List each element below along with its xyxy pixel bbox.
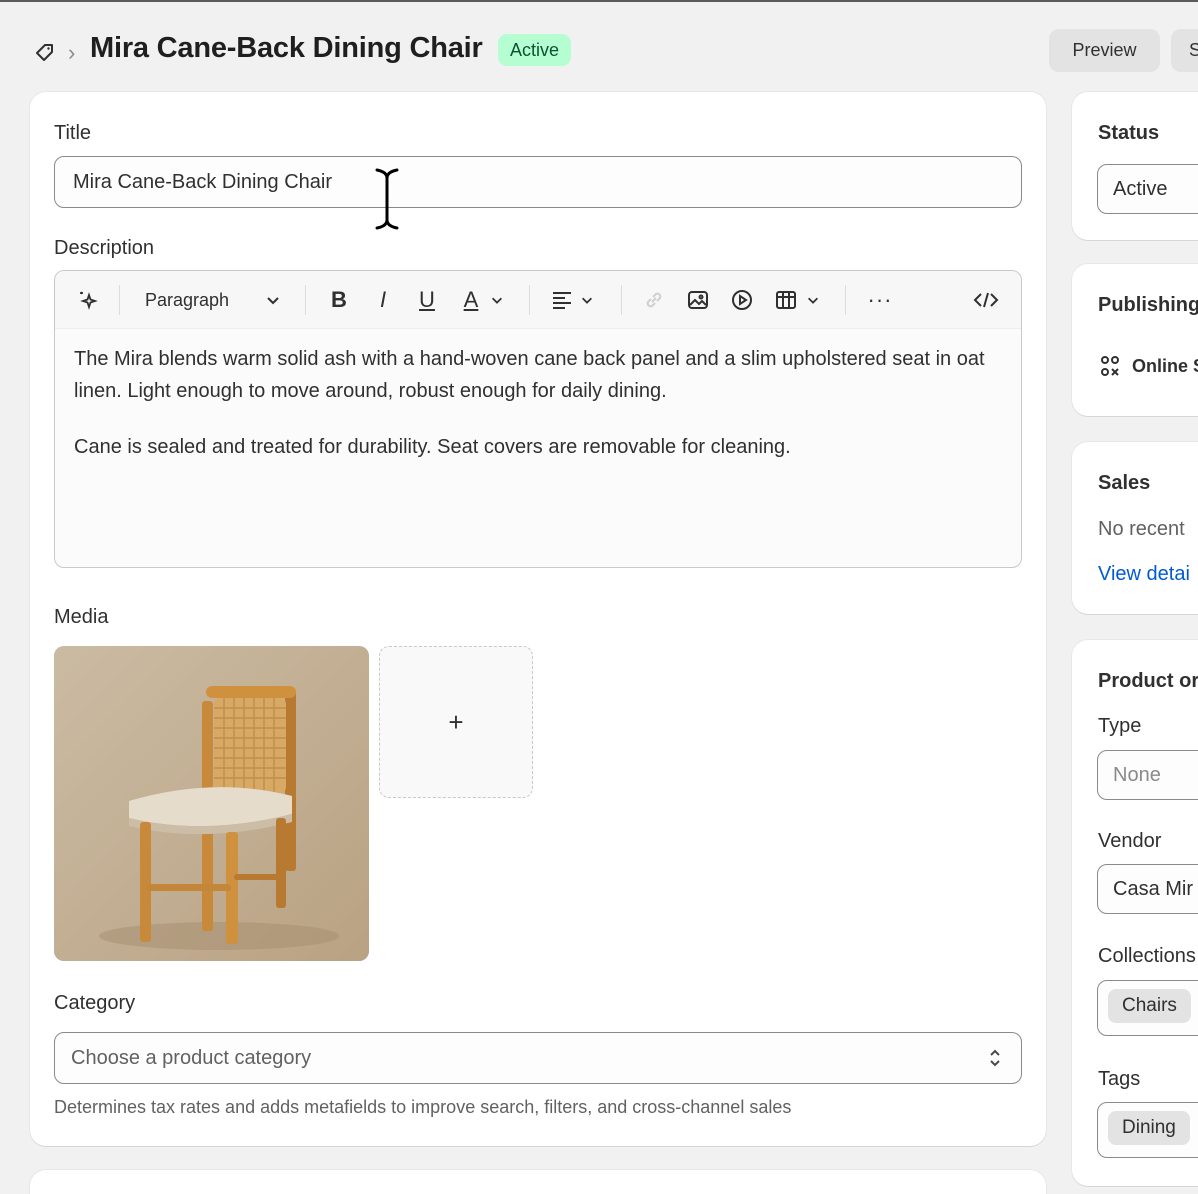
- more-options-icon[interactable]: ···: [865, 287, 895, 313]
- sales-text: No recent: [1098, 518, 1185, 540]
- toolbar-divider: [119, 285, 120, 315]
- tags-label: Tags: [1098, 1068, 1141, 1090]
- select-arrows-icon: [987, 1047, 1003, 1075]
- bold-icon[interactable]: B: [325, 287, 353, 313]
- online-store-icon: [1098, 354, 1122, 383]
- page-title: Mira Cane-Back Dining Chair: [90, 32, 483, 64]
- publishing-channel: Online S: [1132, 356, 1198, 376]
- status-card: Status Active: [1072, 92, 1198, 240]
- chevron-down-icon[interactable]: [803, 287, 823, 313]
- paragraph-select[interactable]: Paragraph: [145, 287, 229, 313]
- title-label: Title: [54, 122, 92, 144]
- code-view-icon[interactable]: [971, 287, 1001, 313]
- status-title: Status: [1098, 122, 1160, 144]
- tags-input[interactable]: Dining: [1097, 1102, 1198, 1158]
- page-header: › Mira Cane-Back Dining Chair Active Pre…: [0, 2, 1198, 98]
- toolbar-divider: [845, 285, 846, 315]
- product-organization-card: Product or Type None Vendor Casa Mir Col…: [1072, 640, 1198, 1186]
- vendor-input[interactable]: Casa Mir: [1097, 864, 1198, 914]
- view-details-link[interactable]: View detai: [1098, 563, 1190, 586]
- toolbar-divider: [305, 285, 306, 315]
- category-label: Category: [54, 992, 136, 1014]
- chevron-down-icon[interactable]: [487, 287, 507, 313]
- category-select[interactable]: Choose a product category: [54, 1032, 1022, 1084]
- breadcrumb-chevron-icon: ›: [68, 40, 76, 65]
- title-input-value: Mira Cane-Back Dining Chair: [73, 170, 332, 193]
- toolbar-divider: [621, 285, 622, 315]
- media-label: Media: [54, 606, 109, 628]
- next-card: [30, 1170, 1046, 1194]
- category-help-text: Determines tax rates and adds metafields…: [54, 1097, 792, 1117]
- organization-title: Product or: [1098, 670, 1198, 692]
- category-placeholder: Choose a product category: [71, 1046, 312, 1069]
- align-left-icon[interactable]: [549, 287, 575, 313]
- toolbar-divider: [529, 285, 530, 315]
- table-icon[interactable]: [773, 287, 799, 313]
- vendor-value: Casa Mir: [1113, 877, 1194, 900]
- type-input[interactable]: None: [1097, 750, 1198, 800]
- collections-input[interactable]: Chairs: [1097, 980, 1198, 1036]
- product-details-card: Title Mira Cane-Back Dining Chair Descri…: [30, 92, 1046, 1146]
- description-label: Description: [54, 237, 155, 259]
- video-icon[interactable]: [729, 287, 755, 313]
- status-value: Active: [1113, 177, 1168, 200]
- description-editor[interactable]: Paragraph B I U A ··· The Mira blends wa…: [54, 270, 1022, 568]
- tag-icon[interactable]: [33, 40, 57, 64]
- preview-button[interactable]: Preview: [1049, 29, 1160, 72]
- status-badge: Active: [498, 34, 572, 66]
- italic-icon[interactable]: I: [369, 287, 397, 313]
- collection-chip[interactable]: Chairs: [1108, 989, 1191, 1023]
- sales-card: Sales No recent View detai: [1072, 442, 1198, 614]
- magic-sparkle-icon[interactable]: [75, 287, 101, 313]
- chevron-down-icon[interactable]: [577, 287, 597, 313]
- status-select[interactable]: Active: [1097, 164, 1198, 214]
- collections-label: Collections: [1098, 945, 1196, 967]
- text-cursor-icon: [375, 168, 399, 230]
- vendor-label: Vendor: [1098, 830, 1162, 852]
- description-paragraph: Cane is sealed and treated for durabilit…: [74, 436, 791, 458]
- title-input[interactable]: Mira Cane-Back Dining Chair: [54, 156, 1022, 208]
- chevron-down-icon[interactable]: [261, 287, 285, 313]
- description-paragraph: The Mira blends warm solid ash with a ha…: [74, 348, 985, 402]
- add-media-button[interactable]: +: [379, 646, 533, 798]
- publishing-title: Publishing: [1098, 294, 1198, 316]
- type-value: None: [1113, 763, 1161, 786]
- editor-toolbar: Paragraph B I U A ···: [55, 271, 1021, 329]
- underline-icon[interactable]: U: [413, 287, 441, 313]
- sales-title: Sales: [1098, 472, 1151, 494]
- link-icon[interactable]: [641, 287, 667, 313]
- type-label: Type: [1098, 715, 1142, 737]
- text-color-icon[interactable]: A: [457, 287, 485, 313]
- description-content[interactable]: The Mira blends warm solid ash with a ha…: [74, 343, 994, 487]
- publishing-card: Publishing Online S: [1072, 264, 1198, 416]
- tag-chip[interactable]: Dining: [1108, 1111, 1190, 1145]
- image-icon[interactable]: [685, 287, 711, 313]
- product-image[interactable]: [54, 646, 369, 961]
- secondary-action-button[interactable]: S: [1171, 29, 1198, 72]
